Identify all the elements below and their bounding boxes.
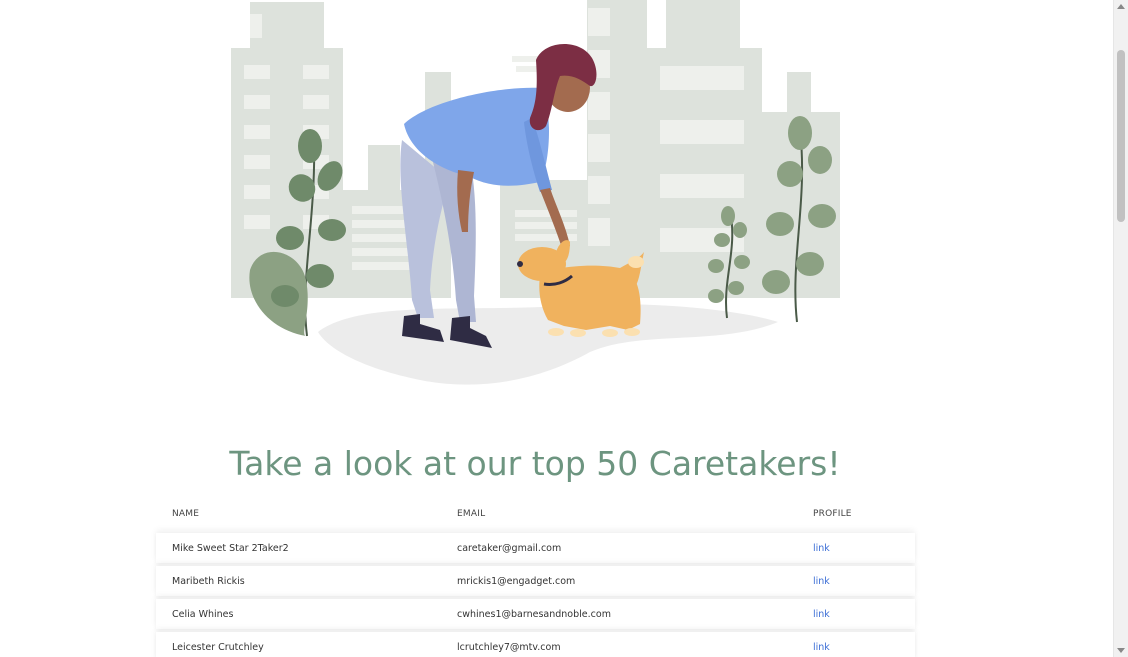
caretaker-email: cwhines1@barnesandnoble.com	[457, 609, 611, 620]
scroll-down-icon[interactable]	[1117, 648, 1125, 653]
profile-link[interactable]: link	[813, 543, 830, 554]
table-row: Maribeth Rickis mrickis1@engadget.com li…	[156, 566, 915, 596]
scroll-up-icon[interactable]	[1117, 4, 1125, 9]
caretaker-email: lcrutchley7@mtv.com	[457, 642, 561, 653]
column-header-email: EMAIL	[457, 509, 486, 519]
caretaker-email: mrickis1@engadget.com	[457, 576, 576, 587]
caretaker-name: Maribeth Rickis	[172, 576, 245, 587]
caretaker-name: Mike Sweet Star 2Taker2	[172, 543, 289, 554]
caretaker-email: caretaker@gmail.com	[457, 543, 562, 554]
caretaker-name: Celia Whines	[172, 609, 234, 620]
table-row: Leicester Crutchley lcrutchley7@mtv.com …	[156, 632, 915, 657]
table-header: NAME EMAIL PROFILE	[156, 497, 915, 533]
vertical-scrollbar[interactable]	[1113, 0, 1128, 657]
table-row: Mike Sweet Star 2Taker2 caretaker@gmail.…	[156, 533, 915, 563]
column-header-profile: PROFILE	[813, 509, 852, 519]
profile-link[interactable]: link	[813, 609, 830, 620]
table-row: Celia Whines cwhines1@barnesandnoble.com…	[156, 599, 915, 629]
profile-link[interactable]: link	[813, 576, 830, 587]
page-title: Take a look at our top 50 Caretakers!	[229, 444, 841, 483]
caretaker-name: Leicester Crutchley	[172, 642, 264, 653]
caretakers-table: NAME EMAIL PROFILE Mike Sweet Star 2Take…	[156, 497, 915, 657]
scrollbar-thumb[interactable]	[1117, 50, 1125, 222]
profile-link[interactable]: link	[813, 642, 830, 653]
page: Take a look at our top 50 Caretakers! NA…	[0, 0, 1128, 657]
hero-illustration	[231, 0, 840, 385]
column-header-name: NAME	[172, 509, 200, 519]
